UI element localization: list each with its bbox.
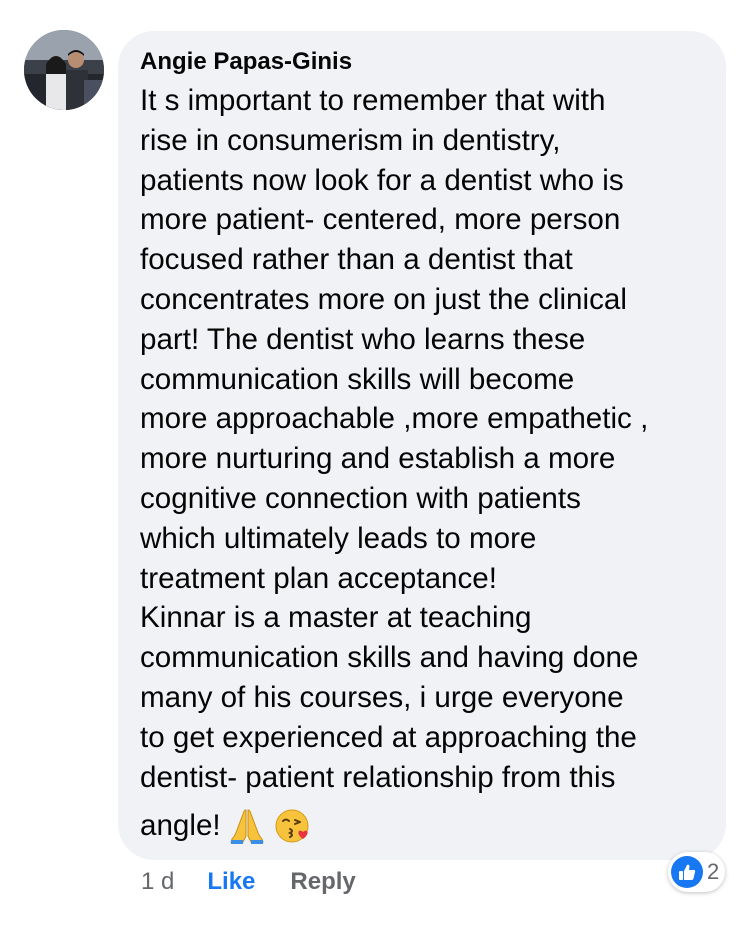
comment-line: Kinnar is a master at teaching [140, 601, 532, 635]
comment-line: patients now look for a dentist who is [140, 163, 624, 197]
comment-line: which ultimately leads to more [140, 521, 537, 555]
comment-line: focused rather than a dentist that [140, 243, 573, 277]
comment-line: rise in consumerism in dentistry, [140, 123, 561, 157]
comment-line: It s important to remember that with [140, 84, 606, 117]
thumbs-up-icon [671, 856, 703, 888]
author-name[interactable]: Angie Papas-Ginis [140, 47, 704, 77]
folded-hands-icon [227, 806, 267, 846]
comment-line: more approachable ,more empathetic , [140, 402, 649, 436]
comment-line: more nurturing and establish a more [140, 442, 616, 476]
comment-line: cognitive connection with patients [140, 481, 581, 515]
like-button[interactable]: Like [207, 866, 255, 898]
comment-line: treatment plan acceptance! [140, 561, 497, 595]
comment-line: more patient- centered, more person [140, 203, 621, 237]
reply-button[interactable]: Reply [290, 866, 355, 898]
comment-line: communication skills will become [140, 362, 575, 396]
comment-last-line: angle! [140, 803, 704, 849]
comment-actions: 1 d Like Reply [141, 866, 356, 898]
timestamp[interactable]: 1 d [141, 866, 174, 898]
reaction-summary[interactable]: 2 [668, 852, 726, 892]
comment-line: concentrates more on just the clinical [140, 282, 627, 316]
comment-body: It s important to remember that with ris… [140, 81, 704, 849]
comment-line: many of his courses, i urge everyone [140, 680, 624, 714]
comment-bubble: Angie Papas-Ginis It s important to reme… [118, 31, 726, 860]
comment-line: to get experienced at approaching the [140, 720, 637, 754]
comment-line: dentist- patient relationship from this [140, 760, 616, 794]
comment-line: communication skills and having done [140, 641, 639, 675]
comment-line-angle: angle! [140, 809, 221, 843]
avatar[interactable] [24, 30, 104, 110]
kissing-face-icon [273, 806, 313, 846]
reaction-count: 2 [707, 859, 720, 884]
comment-line: part! The dentist who learns these [140, 322, 586, 356]
